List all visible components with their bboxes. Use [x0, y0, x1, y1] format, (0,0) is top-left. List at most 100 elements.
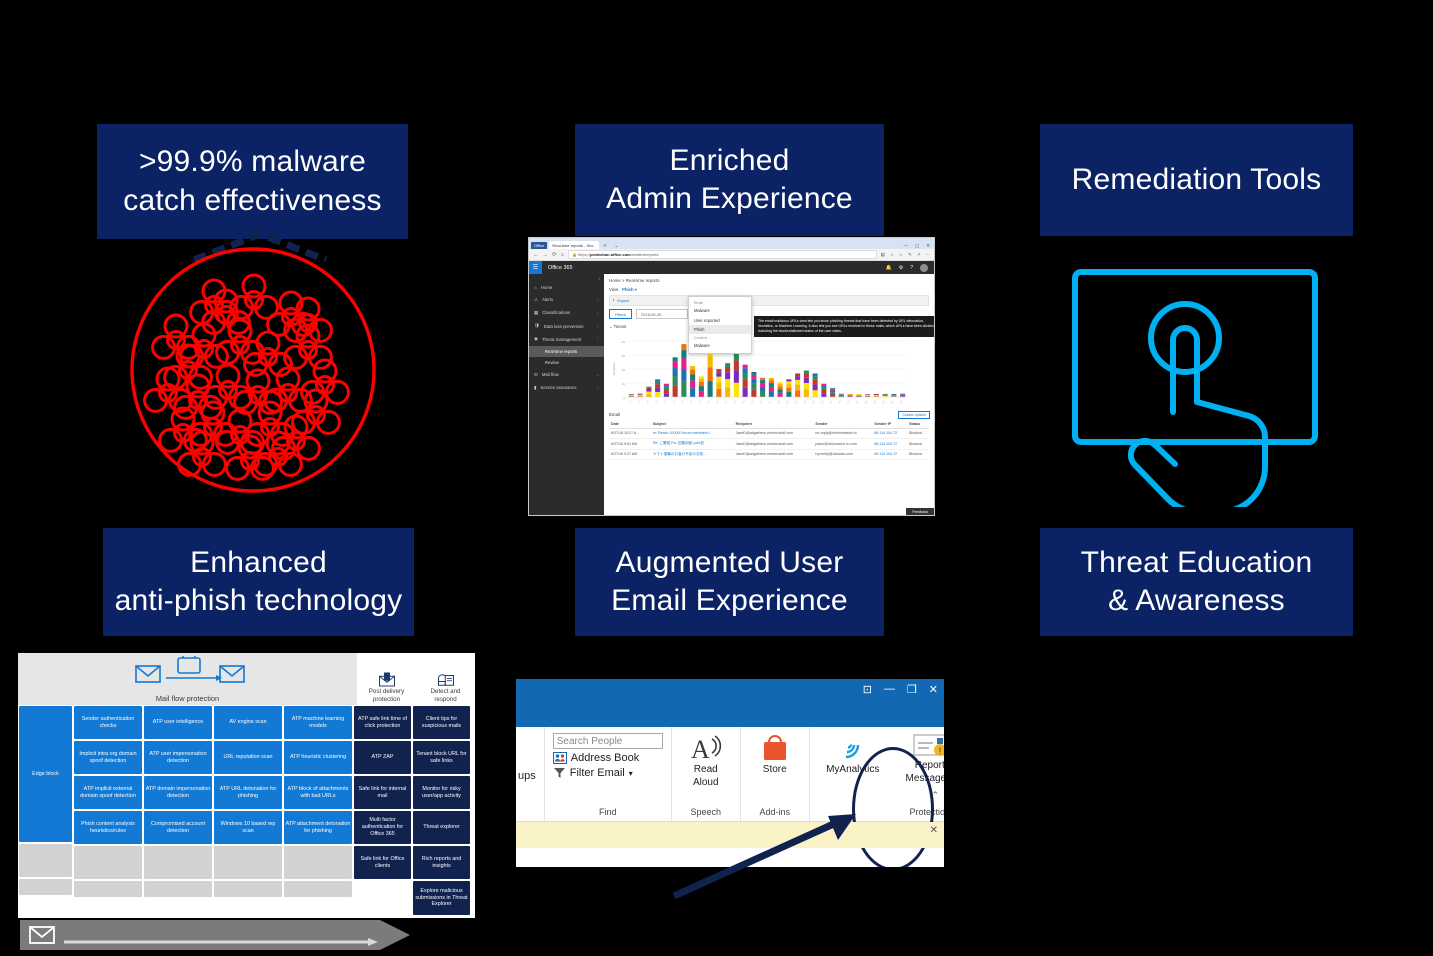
read-aloud-button[interactable]: A Read Aloud	[680, 733, 732, 788]
cell-status: Blocked	[907, 428, 929, 439]
svg-text:d28: d28	[865, 400, 869, 405]
maximize-icon[interactable]: ❐	[907, 683, 917, 696]
threat-icon: ◉	[534, 336, 538, 342]
svg-text:d9: d9	[699, 400, 702, 404]
report-message-line2: Message	[905, 772, 944, 784]
gear-icon[interactable]: ⚙	[899, 265, 903, 271]
matrix-cell	[284, 881, 352, 897]
tab-list-chevron-down-icon[interactable]: ⌄	[611, 243, 621, 249]
svg-text:d30: d30	[882, 400, 886, 405]
col-date[interactable]: Date	[609, 420, 651, 429]
sidebar-subitem-review[interactable]: Review	[529, 357, 604, 368]
help-icon[interactable]: ?	[910, 265, 913, 271]
more-icon[interactable]: ⋯	[926, 252, 931, 258]
table-row[interactable]: 6/27/18 9:51 AM Re: ご確認 Fw: 招集用紙 учёт記 J…	[609, 438, 929, 450]
cell-sender: plano@clickmarch.ru.com	[813, 438, 873, 450]
protection-group: ! Report Message ▾ Protection	[896, 727, 944, 821]
classification-icon: ▦	[534, 309, 539, 315]
reading-view-icon[interactable]: ▤	[881, 252, 885, 258]
assurance-icon: ▮	[534, 384, 537, 390]
close-icon[interactable]: ✕	[926, 243, 930, 249]
search-people-input[interactable]: Search People	[552, 733, 663, 749]
back-icon[interactable]: ←	[533, 252, 539, 258]
sidebar-item-mail-flow[interactable]: ✉ Mail flow ⌄	[529, 368, 604, 381]
feedback-button[interactable]: Feedback	[906, 508, 934, 515]
sidebar-subitem-real-time-reports[interactable]: Real-time reports	[529, 345, 604, 357]
matrix-cell	[354, 881, 411, 897]
matrix-footer	[18, 916, 475, 956]
favorite-star-icon[interactable]: ☆	[890, 252, 894, 258]
cell-sender-ip[interactable]: 66.114.104.72	[872, 438, 908, 450]
suite-name: Office 365	[548, 264, 573, 271]
report-message-icon: !	[913, 734, 944, 756]
filter-email-button[interactable]: Filter Email ▾	[553, 767, 663, 779]
minimize-icon[interactable]: —	[903, 243, 908, 249]
notifications-bell-icon[interactable]: 🔔	[886, 265, 892, 271]
address-book-label: Address Book	[570, 752, 640, 764]
forward-icon[interactable]: →	[543, 252, 549, 258]
suite-header-icons: 🔔 ⚙ ?	[886, 263, 935, 272]
cell-sender-ip[interactable]: 66.114.104.72	[872, 449, 908, 461]
browser-app-badge: Office	[531, 242, 548, 249]
report-message-button[interactable]: ! Report Message ▾	[904, 733, 944, 784]
myanalytics-button[interactable]: MyAnalytics	[818, 733, 888, 776]
share-icon[interactable]: ↗	[917, 252, 921, 258]
sidebar-item-alerts[interactable]: ⚠ Alerts ⌄	[529, 293, 604, 306]
browser-tab[interactable]: Real-time reports - Sec	[549, 241, 599, 249]
date-from-input[interactable]: 2018-05-26	[635, 309, 688, 319]
home-icon[interactable]: ⌂	[561, 252, 564, 258]
maximize-icon[interactable]: ▢	[915, 243, 919, 249]
restore-down-icon[interactable]: ⊡	[863, 683, 872, 696]
matrix-cell	[144, 846, 212, 879]
notes-icon[interactable]: ✎	[908, 252, 912, 258]
banner-line: Augmented User	[615, 545, 844, 579]
matrix-detect-respond-column: Client tips for suspicious mails Tenant …	[412, 705, 471, 916]
store-button[interactable]: Store	[749, 733, 801, 776]
svg-text:20: 20	[622, 368, 626, 372]
matrix-cell: Client tips for suspicious mails	[413, 706, 470, 739]
view-select[interactable]: Phish ▾	[622, 287, 637, 292]
matrix-cell: ATP attachment detonation for phishing	[284, 811, 352, 844]
sidebar-item-data-loss-prevention[interactable]: 🛡 Data loss prevention ⌄	[529, 320, 604, 333]
close-icon[interactable]: ✕	[929, 683, 938, 696]
dropdown-item-user-reported[interactable]: User reported	[689, 315, 751, 324]
filters-button[interactable]: Filters	[609, 309, 632, 319]
dropdown-item-phish[interactable]: Phish	[689, 324, 751, 335]
address-input[interactable]: 🔒 https://protection.office.com/realtime…	[567, 250, 877, 259]
svg-text:40: 40	[622, 340, 626, 344]
dropdown-item-malware-content[interactable]: Malware	[689, 341, 751, 350]
minimize-icon[interactable]: —	[884, 683, 895, 695]
table-row[interactable]: 6/27/18 10:27 A... re: Reach 100000 foru…	[609, 428, 929, 439]
view-label: View:	[609, 287, 620, 292]
sidebar-item-classifications[interactable]: ▦ Classifications ⌄	[529, 306, 604, 319]
reload-icon[interactable]: ⟳	[552, 252, 557, 258]
column-options-button[interactable]: Column options	[898, 411, 930, 419]
sidebar-item-home[interactable]: ⌂ Home	[529, 281, 604, 293]
matrix-cell: Edge block	[19, 706, 72, 842]
banner-line: Email Experience	[611, 584, 848, 617]
svg-text:d26: d26	[847, 400, 851, 405]
svg-text:d29: d29	[873, 400, 877, 405]
collapse-ribbon-icon[interactable]: ⌃	[931, 790, 939, 801]
avatar[interactable]	[920, 263, 928, 272]
export-button[interactable]: Export	[617, 298, 629, 303]
table-row[interactable]: 6/27/18 9:27 AM ヤマト運輸のお届け予定のお知... JaneD@…	[609, 449, 929, 461]
cell-subject[interactable]: ヤマト運輸のお届け予定のお知...	[650, 449, 734, 461]
cell-sender-ip[interactable]: 66.114.104.72	[872, 428, 908, 439]
app-launcher-waffle-icon[interactable]: ☰	[529, 261, 542, 274]
address-book-button[interactable]: Address Book	[552, 752, 663, 764]
sidebar-item-threat-management[interactable]: ◉ Threat management ⌃	[529, 333, 604, 346]
view-dropdown-menu[interactable]: Email Malware User reported Phish Conten…	[688, 296, 752, 354]
chart-plot-area: 0 10 20 30 40 Recipients d1 d2 d3 d4 d5 d6 d7 d8 d9 d10…	[612, 340, 907, 405]
favorites-hub-icon[interactable]: ☆	[899, 252, 903, 258]
cap-line: Post delivery	[368, 688, 405, 696]
new-tab-button[interactable]: +	[601, 243, 610, 249]
read-aloud-icon: A	[691, 735, 721, 763]
cell-subject[interactable]: re: Reach 100000 forum members f...	[650, 428, 734, 439]
close-icon[interactable]: ✕	[930, 825, 938, 836]
dropdown-item-malware-email[interactable]: Malware	[689, 306, 751, 315]
cell-subject[interactable]: Re: ご確認 Fw: 招集用紙 учёт記	[650, 438, 734, 450]
office365-portal-screenshot: Office Real-time reports - Sec + ⌄ — ▢ ✕…	[528, 237, 935, 516]
sidebar-item-service-assurance[interactable]: ▮ Service assurance ⌄	[529, 381, 604, 394]
touch-tap-screen-icon	[1072, 269, 1318, 507]
